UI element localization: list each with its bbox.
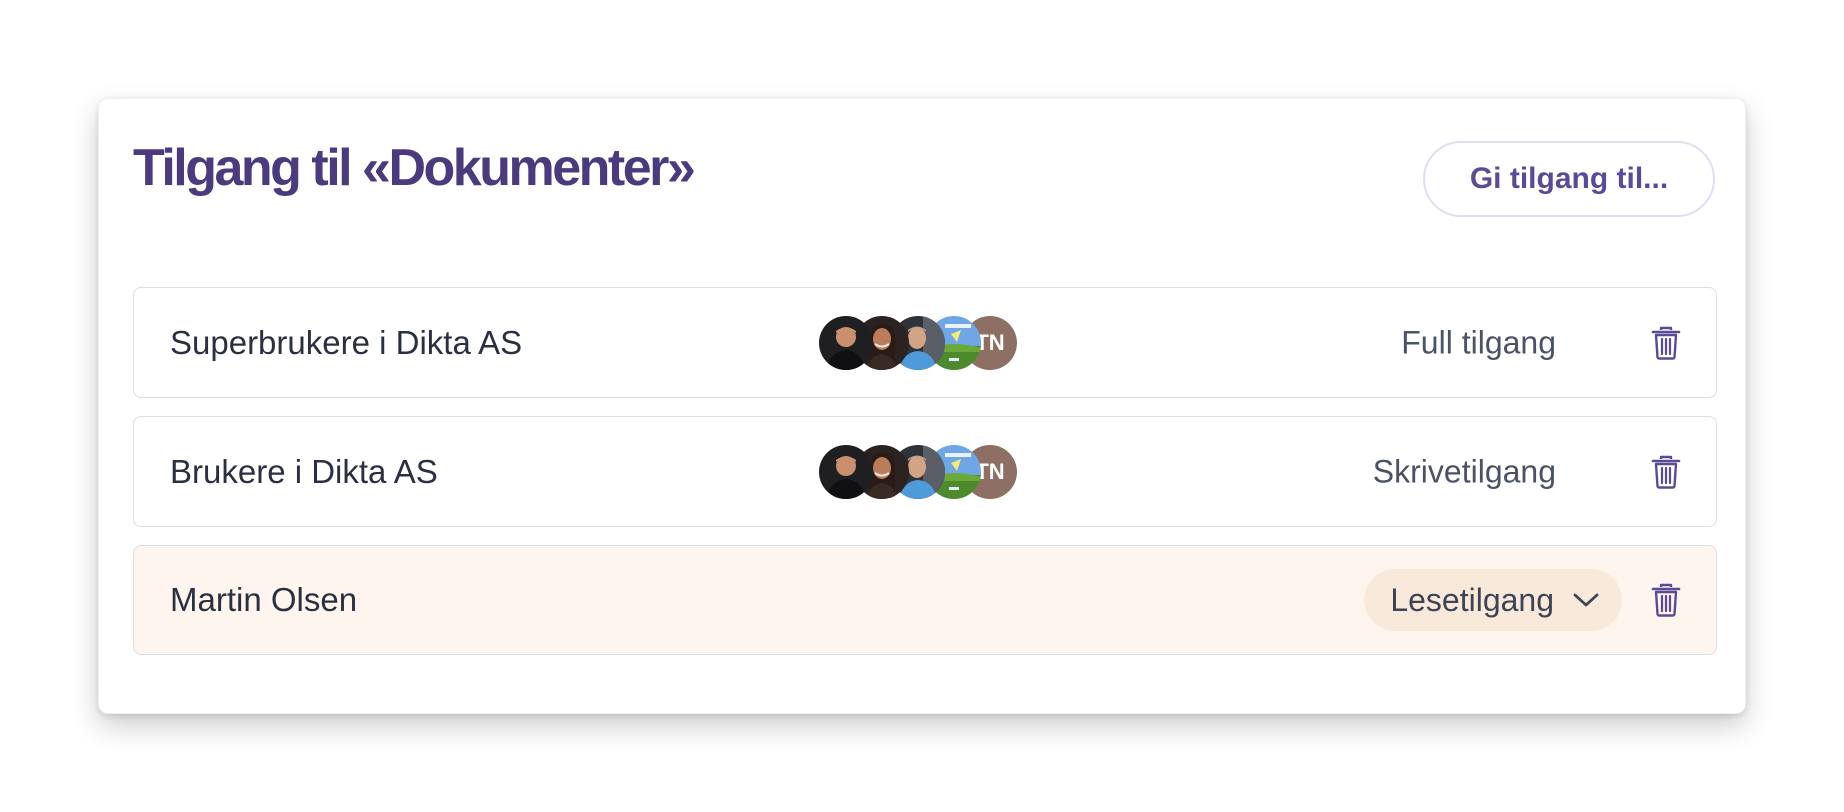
avatar [819, 444, 873, 499]
access-card: Tilgang til «Dokumenter» Gi tilgang til.… [98, 98, 1746, 714]
access-row-superusers: Superbrukere i Dikta AS TN Full tilgang [133, 287, 1717, 398]
avatar-group: TN [819, 315, 1019, 370]
avatar-group: TN [819, 444, 1019, 499]
trash-icon[interactable] [1650, 325, 1682, 361]
access-row-users: Brukere i Dikta AS TN Skrivetilgang [133, 416, 1717, 527]
access-level: Skrivetilgang [1372, 453, 1556, 489]
chevron-down-icon [1572, 591, 1600, 609]
page-title: Tilgang til «Dokumenter» [133, 139, 696, 197]
trash-icon[interactable] [1650, 582, 1682, 618]
trash-icon[interactable] [1650, 454, 1682, 490]
avatar [819, 315, 873, 370]
row-name: Martin Olsen [170, 581, 358, 618]
grant-access-button[interactable]: Gi tilgang til... [1423, 141, 1715, 217]
access-list: Superbrukere i Dikta AS TN Full tilgang … [133, 287, 1717, 673]
access-row-martin-olsen: Martin Olsen Lesetilgang [133, 545, 1717, 655]
row-name: Brukere i Dikta AS [170, 452, 438, 490]
access-level: Full tilgang [1401, 324, 1556, 360]
row-name: Superbrukere i Dikta AS [170, 323, 523, 361]
access-level-dropdown[interactable]: Lesetilgang [1364, 569, 1622, 631]
access-level-selected: Lesetilgang [1390, 581, 1554, 618]
